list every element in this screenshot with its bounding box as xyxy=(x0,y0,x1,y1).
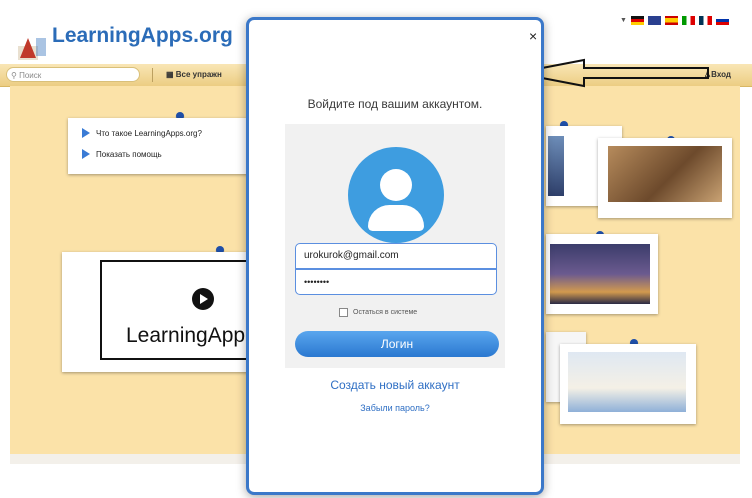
help-note: Что такое LearningApps.org? Показать пом… xyxy=(68,118,250,174)
avatar-head xyxy=(380,169,412,201)
all-exercises-label: Все упражн xyxy=(175,70,222,79)
flag-it-icon[interactable] xyxy=(681,16,695,25)
video-frame: LearningApp xyxy=(100,260,254,360)
photo-image xyxy=(550,244,650,304)
logo-icon xyxy=(18,38,46,60)
help-item-label: Показать помощь xyxy=(96,149,162,159)
photo-image xyxy=(568,352,686,412)
login-link-label: Вход xyxy=(711,70,731,79)
video-card[interactable]: LearningApp xyxy=(62,252,262,372)
remember-me[interactable]: Остаться в системе xyxy=(339,308,417,317)
dialog-title: Войдите под вашим аккаунтом. xyxy=(307,97,483,111)
remember-label: Остаться в системе xyxy=(353,309,418,316)
all-exercises-button[interactable]: ▦ Все упражн xyxy=(166,70,222,79)
video-caption: LearningApp xyxy=(126,324,246,347)
help-item-label: Что такое LearningApps.org? xyxy=(96,128,202,138)
flag-gb-icon[interactable] xyxy=(647,16,661,25)
photo-image xyxy=(608,146,722,202)
search-placeholder: Поиск xyxy=(19,71,42,80)
flag-es-icon[interactable] xyxy=(664,16,678,25)
photo-card[interactable] xyxy=(546,234,658,314)
dropdown-icon[interactable]: ▼ xyxy=(620,17,627,24)
search-icon: ⚲ xyxy=(11,71,20,80)
triangle-icon xyxy=(82,149,90,159)
create-account-link[interactable]: Создать новый аккаунт xyxy=(249,378,541,392)
play-icon[interactable] xyxy=(192,288,214,310)
triangle-icon xyxy=(82,128,90,138)
photo-image xyxy=(548,136,564,196)
grid-icon: ▦ xyxy=(166,70,176,79)
photo-card[interactable] xyxy=(560,344,696,424)
close-icon[interactable]: × xyxy=(529,28,537,44)
help-item-show-help[interactable]: Показать помощь xyxy=(82,149,162,159)
forgot-password-link[interactable]: Забыли пароль? xyxy=(249,403,541,413)
language-flags[interactable]: ▼ xyxy=(620,16,729,25)
flag-fr-icon[interactable] xyxy=(698,16,712,25)
avatar-icon xyxy=(348,147,444,243)
login-button[interactable]: Логин xyxy=(295,331,499,357)
logo-text[interactable]: LearningApps.org xyxy=(52,24,233,48)
search-input[interactable]: ⚲ Поиск xyxy=(6,67,140,82)
flag-de-icon[interactable] xyxy=(630,16,644,25)
login-panel: urokurok@gmail.com •••••••• Остаться в с… xyxy=(285,124,505,368)
password-field[interactable]: •••••••• xyxy=(295,269,497,295)
help-item-what-is[interactable]: Что такое LearningApps.org? xyxy=(82,128,202,138)
avatar-body xyxy=(368,205,424,231)
photo-card[interactable] xyxy=(598,138,732,218)
remember-checkbox[interactable] xyxy=(339,308,348,317)
login-dialog: × Войдите под вашим аккаунтом. urokurok@… xyxy=(246,17,544,495)
toolbar-divider xyxy=(152,68,153,82)
email-field[interactable]: urokurok@gmail.com xyxy=(295,243,497,269)
flag-ru-icon[interactable] xyxy=(715,16,729,25)
